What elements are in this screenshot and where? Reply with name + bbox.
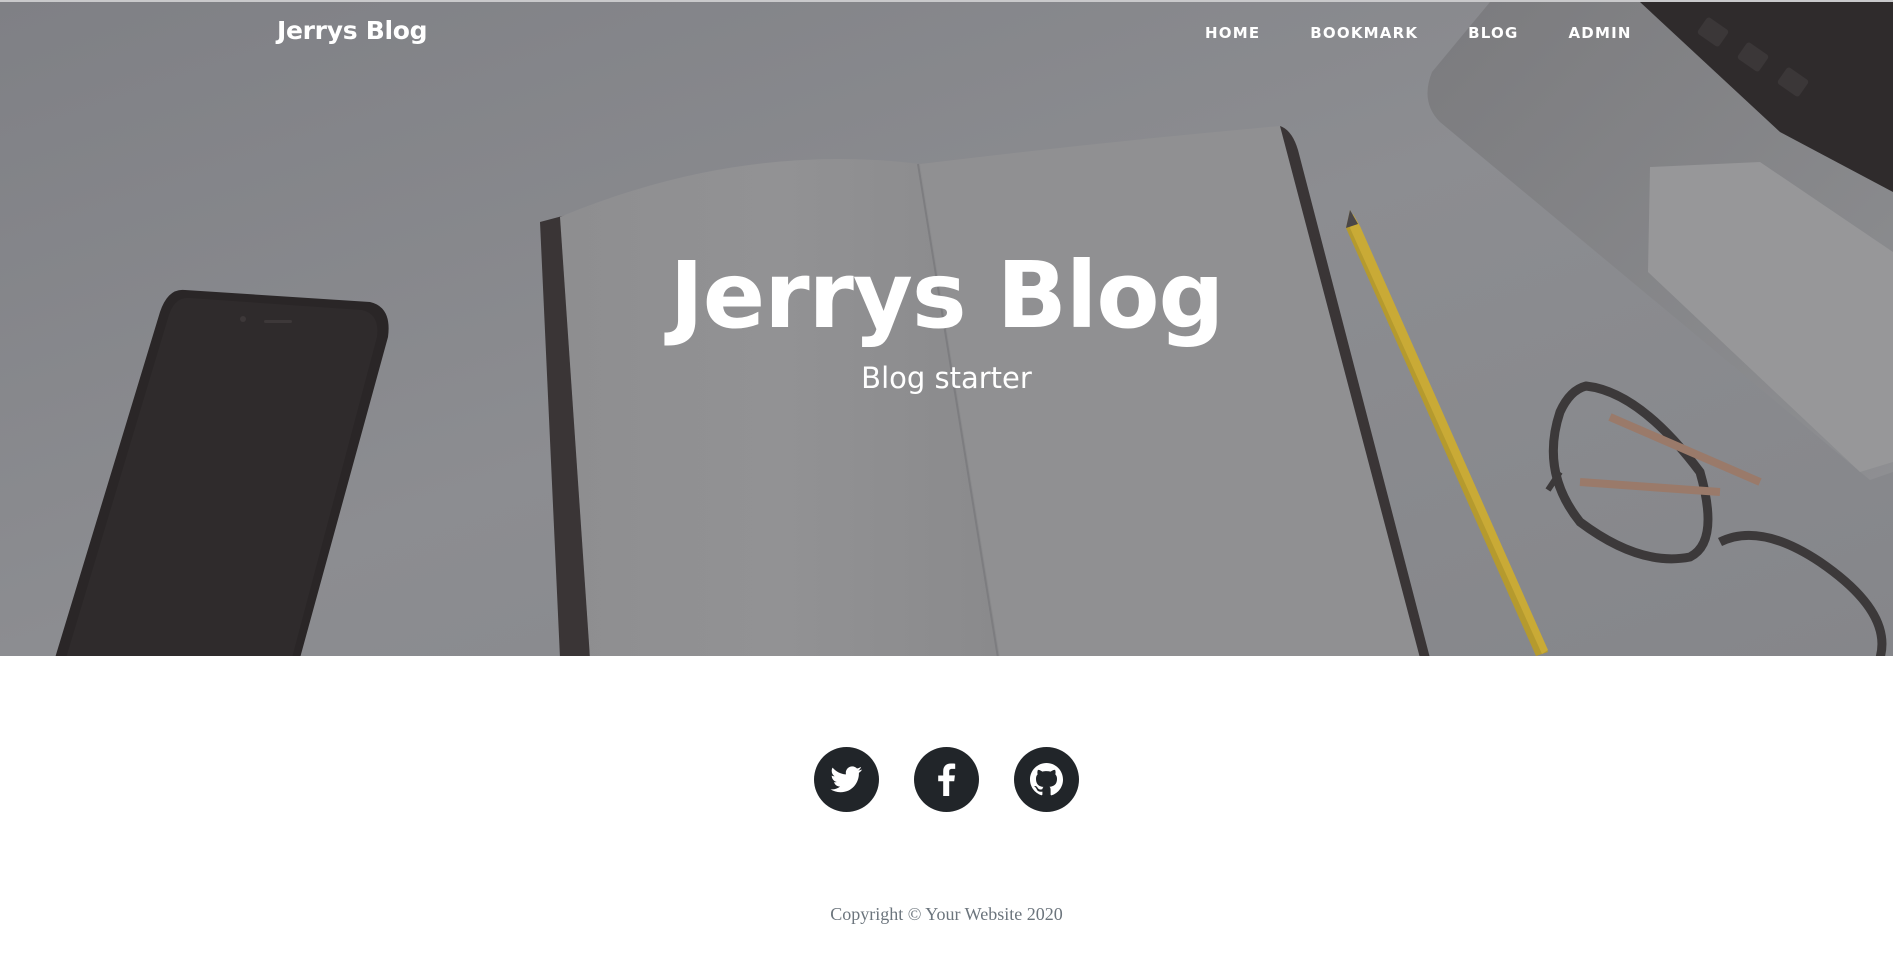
hero-subtitle: Blog starter	[861, 360, 1032, 395]
copyright-text: Copyright © Your Website 2020	[830, 904, 1063, 924]
facebook-link[interactable]	[914, 747, 979, 812]
page-footer: Copyright © Your Website 2020	[0, 656, 1893, 977]
github-icon	[1030, 763, 1063, 796]
site-heading: Jerrys Blog Blog starter	[0, 242, 1893, 395]
nav-link-home[interactable]: HOME	[1180, 24, 1285, 42]
twitter-icon	[830, 766, 863, 793]
nav-item-admin: ADMIN	[1543, 24, 1656, 42]
nav-item-bookmark: BOOKMARK	[1285, 24, 1443, 42]
hero-title: Jerrys Blog	[669, 242, 1225, 349]
social-links	[0, 747, 1893, 812]
twitter-link[interactable]	[814, 747, 879, 812]
nav-link-bookmark[interactable]: BOOKMARK	[1285, 24, 1443, 42]
nav-item-home: HOME	[1180, 24, 1285, 42]
nav-link-blog[interactable]: BLOG	[1443, 24, 1543, 42]
github-link[interactable]	[1014, 747, 1079, 812]
masthead: Jerrys Blog HOME BOOKMARK BLOG ADMIN Jer…	[0, 0, 1893, 656]
navbar-brand[interactable]: Jerrys Blog	[277, 16, 428, 45]
nav-item-blog: BLOG	[1443, 24, 1543, 42]
facebook-icon	[938, 763, 956, 796]
nav-links: HOME BOOKMARK BLOG ADMIN	[1180, 24, 1657, 42]
top-navbar: Jerrys Blog HOME BOOKMARK BLOG ADMIN	[0, 2, 1893, 66]
nav-link-admin[interactable]: ADMIN	[1543, 24, 1656, 42]
